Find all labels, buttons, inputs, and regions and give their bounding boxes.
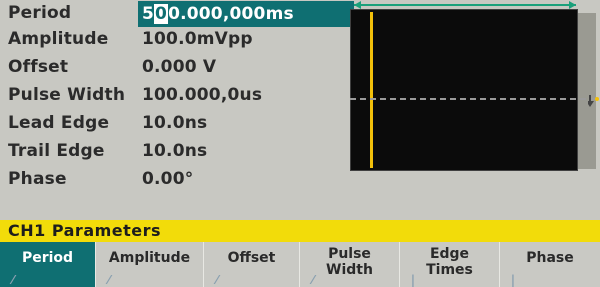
channel-title-bar: CH1 Parameters — [0, 220, 600, 242]
param-row-lead-edge[interactable]: Lead Edge 10.0ns — [0, 111, 350, 138]
softkey-offset[interactable]: Offset ⁄ — [204, 242, 300, 287]
param-row-pulse-width[interactable]: Pulse Width 100.000,0us — [0, 83, 350, 110]
param-row-phase[interactable]: Phase 0.00° — [0, 167, 350, 194]
softkey-pulse-width-hint-icon: ⁄ — [311, 273, 314, 287]
lead-edge-value[interactable]: 10.0ns — [142, 113, 207, 133]
lead-edge-label: Lead Edge — [8, 113, 110, 133]
offset-label: Offset — [8, 57, 69, 77]
title-bar-text: CH1 Parameters — [8, 221, 162, 240]
softkey-pulse-width-label: Pulse Width — [326, 246, 373, 278]
offset-marker-icon — [588, 95, 599, 107]
phase-value[interactable]: 0.00° — [142, 169, 193, 189]
softkey-pulse-width[interactable]: Pulse Width ⁄ — [300, 242, 400, 287]
period-cursor-digit[interactable]: 0 — [154, 4, 169, 24]
param-row-offset[interactable]: Offset 0.000 V — [0, 55, 350, 82]
trail-edge-value[interactable]: 10.0ns — [142, 141, 207, 161]
softkey-phase-label: Phase — [526, 250, 574, 266]
instrument-screen: Period 500.000,000ms Amplitude 100.0mVpp… — [0, 0, 600, 287]
softkey-amplitude-label: Amplitude — [108, 250, 191, 266]
trail-edge-label: Trail Edge — [8, 141, 105, 161]
pulse-width-value[interactable]: 100.000,0us — [142, 85, 262, 105]
waveform-display — [350, 9, 578, 171]
softkey-offset-label: Offset — [227, 250, 276, 266]
softkey-amplitude-hint-icon: ⁄ — [107, 273, 110, 287]
period-label: Period — [8, 3, 72, 23]
pulse-trace — [370, 12, 373, 168]
param-row-period[interactable]: Period 500.000,000ms — [0, 1, 354, 28]
amplitude-value[interactable]: 100.0mVpp — [142, 29, 253, 49]
softkey-offset-hint-icon: ⁄ — [215, 273, 218, 287]
softkey-period[interactable]: Period ⁄ — [0, 242, 96, 287]
period-value-prefix: 5 — [142, 4, 155, 24]
offset-value[interactable]: 0.000 V — [142, 57, 216, 77]
softkey-period-hint-icon: ⁄ — [11, 273, 14, 287]
softkey-phase[interactable]: Phase | — [500, 242, 600, 287]
waveform-right-margin — [578, 13, 596, 169]
param-row-trail-edge[interactable]: Trail Edge 10.0ns — [0, 139, 350, 166]
softkey-phase-hint-icon: | — [510, 273, 516, 287]
phase-label: Phase — [8, 169, 67, 189]
period-value-suffix: 0.000,000ms — [168, 4, 294, 24]
pulse-width-label: Pulse Width — [8, 85, 126, 105]
param-row-amplitude[interactable]: Amplitude 100.0mVpp — [0, 27, 350, 54]
amplitude-label: Amplitude — [8, 29, 109, 49]
period-value[interactable]: 500.000,000ms — [138, 1, 354, 27]
offset-reference-line — [350, 98, 596, 100]
softkey-amplitude[interactable]: Amplitude ⁄ — [96, 242, 204, 287]
softkey-bar: Period ⁄ Amplitude ⁄ Offset ⁄ Pulse Widt… — [0, 242, 600, 287]
softkey-edge-times-hint-icon: | — [410, 273, 416, 287]
softkey-period-label: Period — [21, 250, 74, 266]
softkey-edge-times[interactable]: Edge Times | — [400, 242, 500, 287]
